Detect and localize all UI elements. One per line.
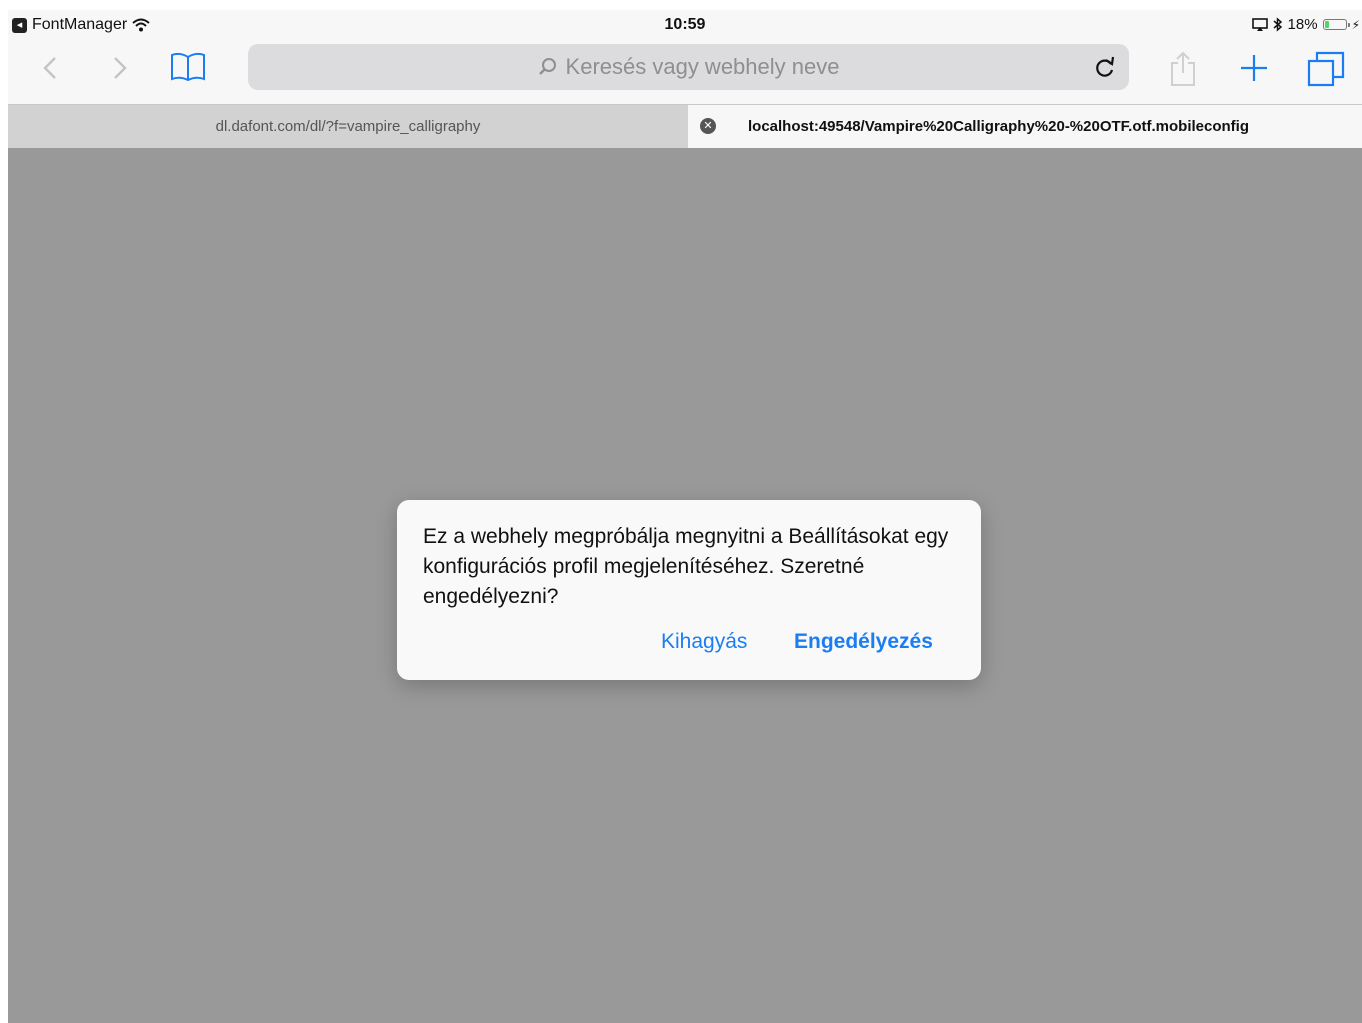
dialog-message: Ez a webhely megpróbálja megnyitni a Beá… [423,525,949,608]
status-bar: ◂ FontManager 10:59 18% ⚡ [8,10,1362,40]
plus-icon [1241,55,1267,81]
forward-button[interactable] [106,54,134,82]
tab-title: dl.dafont.com/dl/?f=vampire_calligraphy [215,118,481,135]
charging-icon: ⚡ [1351,17,1360,32]
share-button[interactable] [1166,50,1200,88]
tab-bar: dl.dafont.com/dl/?f=vampire_calligraphy … [8,104,1362,148]
battery-level [1324,21,1329,28]
tab-localhost-active[interactable]: ✕ localhost:49548/Vampire%20Calligraphy%… [688,105,1362,148]
status-indicators: 18% ⚡ [1251,16,1360,33]
chevron-left-icon [43,57,56,79]
bookmarks-button[interactable] [168,50,208,84]
tab-title: localhost:49548/Vampire%20Calligraphy%20… [748,118,1249,135]
tabs-overview-button[interactable] [1306,50,1346,88]
browser-window: ◂ FontManager 10:59 18% ⚡ Keresés vagy w… [8,10,1362,1023]
share-icon [1171,51,1195,86]
new-tab-button[interactable] [1236,50,1272,86]
screen-mirroring-icon [1251,17,1268,31]
reload-button[interactable] [1091,53,1119,81]
address-bar[interactable]: Keresés vagy webhely neve [248,44,1129,90]
battery-percent: 18% [1287,16,1318,33]
skip-button[interactable]: Kihagyás [661,630,747,654]
browser-toolbar: Keresés vagy webhely neve [8,40,1362,104]
search-placeholder: Keresés vagy webhely neve [565,54,840,79]
chevron-right-icon [114,57,127,79]
alert-dialog: Ez a webhely megpróbálja megnyitni a Beá… [397,500,981,680]
back-button[interactable] [36,54,64,82]
search-icon [538,58,556,75]
tabs-icon [1307,51,1345,87]
book-icon [171,52,205,82]
reload-icon [1096,56,1115,77]
status-time: 10:59 [664,16,706,33]
bluetooth-icon [1273,17,1282,32]
tab-dafont[interactable]: dl.dafont.com/dl/?f=vampire_calligraphy [8,105,688,148]
allow-button[interactable]: Engedélyezés [794,630,933,654]
battery-icon [1322,19,1350,30]
close-icon[interactable]: ✕ [700,118,716,134]
